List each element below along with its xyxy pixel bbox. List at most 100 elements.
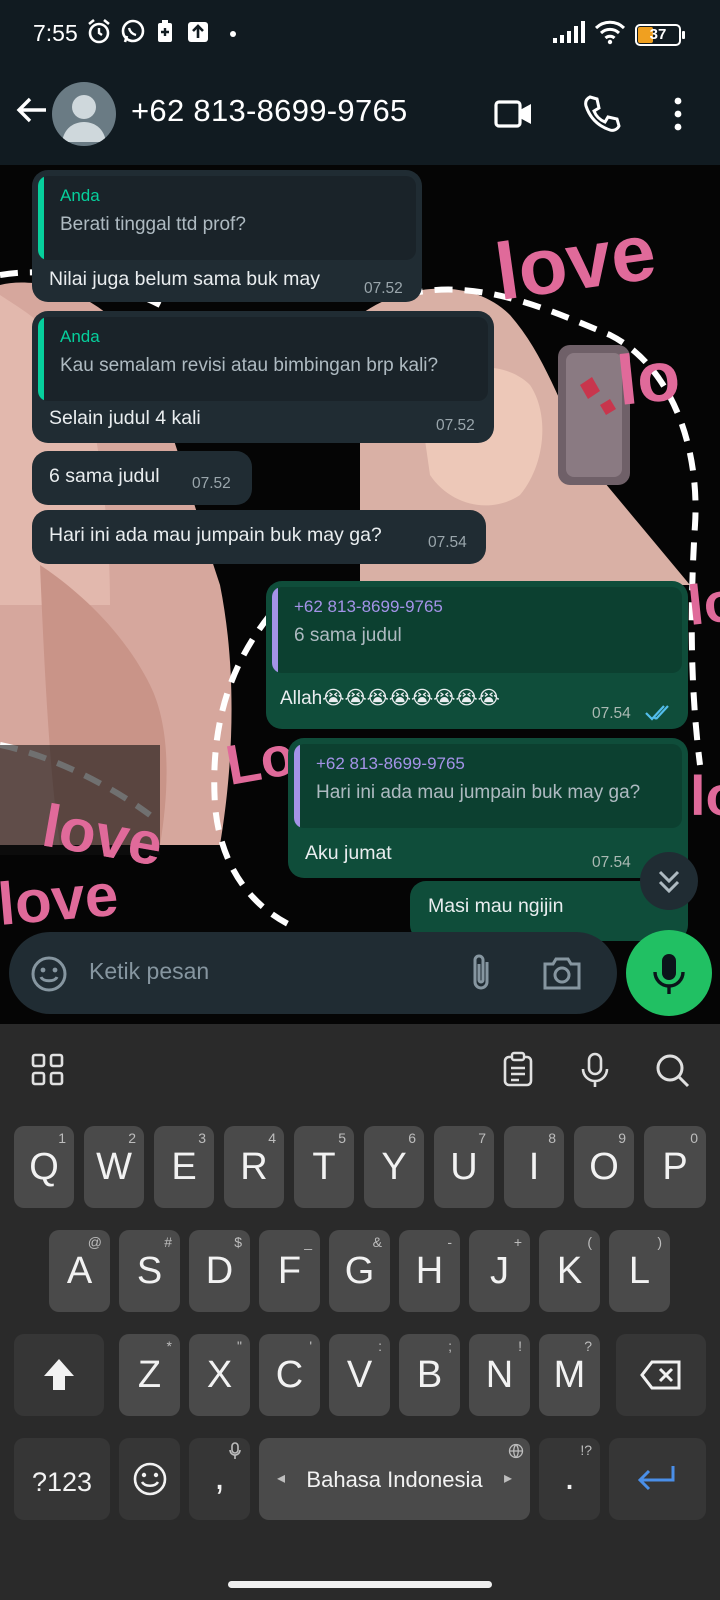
status-bar: 7:55 37 — [0, 0, 720, 70]
message-time: 07.54 — [592, 705, 631, 722]
voice-call-icon[interactable] — [580, 92, 624, 136]
battery-level: 37 — [649, 26, 667, 43]
key-o[interactable]: 9O — [574, 1126, 634, 1208]
message-input[interactable]: Ketik pesan — [89, 958, 209, 985]
shift-key[interactable] — [14, 1334, 104, 1416]
key-x[interactable]: " X — [189, 1334, 250, 1416]
upload-icon — [188, 22, 208, 42]
signal-icon — [553, 21, 585, 43]
symbols-key[interactable]: ?123 — [14, 1438, 110, 1520]
message-outgoing[interactable]: +62 813-8699-9765 Hari ini ada mau jumpa… — [288, 738, 688, 878]
backspace-icon — [640, 1360, 681, 1390]
double-chevron-down-icon — [658, 870, 680, 894]
message-time: 07.52 — [436, 417, 475, 434]
message-time: 07.54 — [592, 854, 631, 871]
battery-icon: 37 — [635, 24, 685, 46]
camera-icon[interactable] — [541, 954, 583, 992]
quote-text: 6 sama judul — [294, 625, 402, 646]
chat-area[interactable]: love lo love love Lo lo lo love Anda Ber… — [0, 165, 720, 1025]
voice-record-button[interactable] — [626, 930, 712, 1016]
message-time: 07.52 — [364, 280, 403, 297]
video-call-icon[interactable] — [492, 92, 536, 136]
back-icon[interactable] — [14, 92, 50, 128]
key-z[interactable]: * Z — [119, 1334, 180, 1416]
key-d[interactable]: $ D — [189, 1230, 250, 1312]
key-s[interactable]: # S — [119, 1230, 180, 1312]
key-p[interactable]: 0P — [644, 1126, 706, 1208]
quote-text: Kau semalam revisi atau bimbingan brp ka… — [60, 355, 439, 376]
voice-input-icon[interactable] — [575, 1050, 615, 1090]
message-text: Masi mau ngijin — [428, 895, 564, 917]
contact-name[interactable]: +62 813-8699-9765 — [131, 93, 408, 129]
scroll-down-button[interactable] — [640, 852, 698, 910]
enter-key[interactable] — [609, 1438, 706, 1520]
emoji-icon — [133, 1462, 167, 1496]
quote-author: +62 813-8699-9765 — [294, 597, 443, 616]
wifi-icon — [594, 20, 626, 45]
key-f[interactable]: _ F — [259, 1230, 320, 1312]
quoted-message[interactable]: +62 813-8699-9765 Hari ini ada mau jumpa… — [294, 744, 682, 828]
period-key[interactable]: !? . — [539, 1438, 600, 1520]
key-a[interactable]: @ A — [49, 1230, 110, 1312]
key-n[interactable]: ! N — [469, 1334, 530, 1416]
message-incoming[interactable]: Hari ini ada mau jumpain buk may ga? 07.… — [32, 510, 486, 564]
emoji-icon[interactable] — [29, 954, 69, 994]
search-icon[interactable] — [652, 1050, 692, 1090]
avatar-icon — [62, 95, 106, 142]
message-time: 07.52 — [192, 475, 231, 492]
message-text: Selain judul 4 kali — [49, 407, 201, 429]
enter-icon — [637, 1466, 675, 1491]
key-u[interactable]: 7U — [434, 1126, 494, 1208]
soft-keyboard: 1Q 2W 3E 4R 5T 6Y 7U 8I 9O 0P @ A # S $ D _… — [0, 1024, 720, 1600]
message-outgoing[interactable]: +62 813-8699-9765 6 sama judul Allah😭😭😭😭… — [266, 581, 688, 729]
key-h[interactable]: -H — [399, 1230, 460, 1312]
key-q[interactable]: 1Q — [14, 1126, 74, 1208]
globe-icon — [508, 1443, 524, 1459]
quoted-message[interactable]: Anda Berati tinggal ttd prof? — [38, 176, 416, 260]
quoted-message[interactable]: Anda Kau semalam revisi atau bimbingan b… — [38, 317, 488, 401]
chat-header: +62 813-8699-9765 — [0, 70, 720, 165]
key-r[interactable]: 4R — [224, 1126, 284, 1208]
key-c[interactable]: ' C — [259, 1334, 320, 1416]
message-incoming[interactable]: Anda Berati tinggal ttd prof? Nilai juga… — [32, 170, 422, 302]
quoted-message[interactable]: +62 813-8699-9765 6 sama judul — [272, 587, 682, 673]
key-i[interactable]: 8I — [504, 1126, 564, 1208]
comma-key[interactable]: , — [189, 1438, 250, 1520]
battery-saver-icon — [158, 20, 172, 42]
key-e[interactable]: 3E — [154, 1126, 214, 1208]
gesture-nav-bar[interactable] — [228, 1581, 492, 1588]
attach-icon[interactable] — [467, 952, 497, 994]
language-label: Bahasa Indonesia — [306, 1467, 483, 1492]
quote-author: +62 813-8699-9765 — [316, 754, 465, 773]
status-time: 7:55 — [33, 20, 78, 46]
quote-text: Hari ini ada mau jumpain buk may ga? — [316, 782, 641, 803]
key-j[interactable]: + J — [469, 1230, 530, 1312]
key-v[interactable]: :V — [329, 1334, 390, 1416]
message-incoming[interactable]: Anda Kau semalam revisi atau bimbingan b… — [32, 311, 494, 443]
key-y[interactable]: 6Y — [364, 1126, 424, 1208]
message-composer[interactable]: Ketik pesan — [9, 932, 617, 1014]
svg-text:lo: lo — [685, 569, 720, 637]
avatar[interactable] — [52, 82, 116, 146]
key-t[interactable]: 5T — [294, 1126, 354, 1208]
shift-icon — [44, 1359, 74, 1390]
message-text: Nilai juga belum sama buk may — [49, 268, 320, 290]
dot-icon — [230, 31, 236, 37]
backspace-key[interactable] — [616, 1334, 706, 1416]
message-text: Aku jumat — [305, 842, 392, 864]
message-incoming[interactable]: 6 sama judul 07.52 — [32, 451, 252, 505]
key-m[interactable]: ? M — [539, 1334, 600, 1416]
more-icon[interactable] — [656, 92, 700, 136]
whatsapp-icon — [121, 19, 145, 43]
space-key[interactable]: ◂ Bahasa Indonesia ▸ — [259, 1438, 530, 1520]
emoji-key[interactable] — [119, 1438, 180, 1520]
apps-grid-icon[interactable] — [28, 1050, 68, 1090]
key-g[interactable]: & G — [329, 1230, 390, 1312]
key-b[interactable]: ; B — [399, 1334, 460, 1416]
key-w[interactable]: 2W — [84, 1126, 144, 1208]
svg-text:lo: lo — [613, 336, 683, 420]
read-receipt-icon — [645, 705, 669, 721]
clipboard-icon[interactable] — [498, 1050, 538, 1090]
key-k[interactable]: (K — [539, 1230, 600, 1312]
key-l[interactable]: ) L — [609, 1230, 670, 1312]
